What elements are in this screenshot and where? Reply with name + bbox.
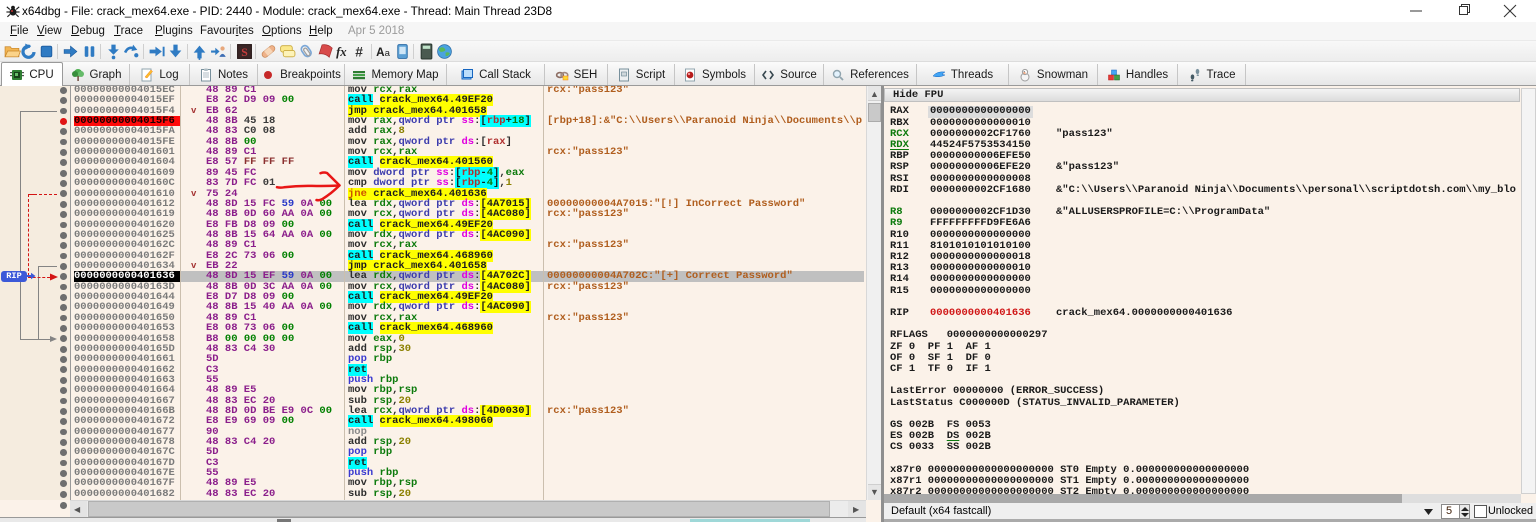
svg-text:a: a — [385, 48, 391, 59]
svg-text:fx: fx — [336, 45, 347, 59]
svg-text:#: # — [355, 43, 363, 59]
svg-text:S: S — [241, 46, 248, 59]
